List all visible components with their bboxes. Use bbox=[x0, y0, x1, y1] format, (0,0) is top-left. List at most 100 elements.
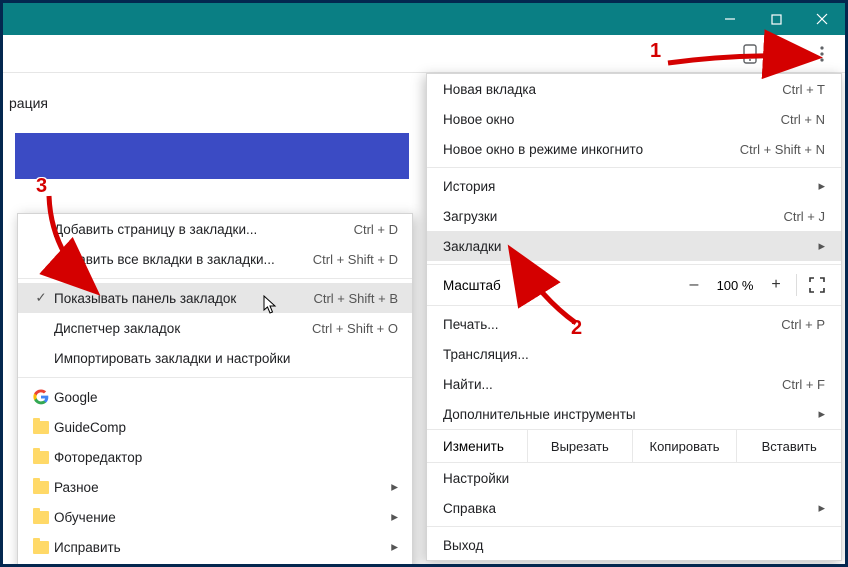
maximize-button[interactable] bbox=[753, 3, 799, 35]
menu-separator bbox=[427, 526, 841, 527]
menu-more-tools[interactable]: Дополнительные инструменты ▸ bbox=[427, 399, 841, 429]
menu-button[interactable] bbox=[805, 39, 839, 69]
submenu-label: Импортировать закладки и настройки bbox=[54, 351, 398, 366]
bookmark-folder[interactable]: Регистрация bbox=[18, 562, 412, 567]
edit-label: Изменить bbox=[427, 430, 527, 462]
submenu-shortcut: Ctrl + D bbox=[340, 222, 398, 237]
check-icon: ✓ bbox=[28, 290, 54, 306]
menu-label: Закладки bbox=[443, 239, 501, 254]
bookmarks-submenu: Добавить страницу в закладки...Ctrl + D … bbox=[17, 213, 413, 567]
menu-label: Дополнительные инструменты bbox=[443, 407, 636, 422]
menu-exit[interactable]: Выход bbox=[427, 530, 841, 560]
menu-cast[interactable]: Трансляция... bbox=[427, 339, 841, 369]
menu-new-tab[interactable]: Новая вкладка Ctrl + T bbox=[427, 74, 841, 104]
minimize-button[interactable] bbox=[707, 3, 753, 35]
menu-label: Новая вкладка bbox=[443, 82, 536, 97]
divider bbox=[796, 274, 797, 296]
folder-label: Google bbox=[54, 390, 398, 405]
menu-settings[interactable]: Настройки bbox=[427, 463, 841, 493]
menu-find[interactable]: Найти... Ctrl + F bbox=[427, 369, 841, 399]
menu-zoom: Масштаб – 100 % + bbox=[427, 268, 841, 302]
bookmark-star-icon[interactable] bbox=[769, 39, 803, 69]
toolbar bbox=[3, 35, 845, 73]
bookmark-folder[interactable]: Разное▸ bbox=[18, 472, 412, 502]
menu-label: Справка bbox=[443, 501, 496, 516]
folder-label: GuideComp bbox=[54, 420, 398, 435]
menu-label: Трансляция... bbox=[443, 347, 529, 362]
main-menu: Новая вкладка Ctrl + T Новое окноCtrl + N… bbox=[426, 73, 842, 561]
menu-separator bbox=[427, 167, 841, 168]
chevron-right-icon: ▸ bbox=[384, 539, 398, 555]
bookmark-folder[interactable]: Фоторедактор bbox=[18, 442, 412, 472]
menu-incognito[interactable]: Новое окно в режиме инкогнито Ctrl + Shif… bbox=[427, 134, 841, 164]
menu-label: Настройки bbox=[443, 471, 509, 486]
folder-label: Исправить bbox=[54, 540, 384, 555]
submenu-add-all[interactable]: Добавить все вкладки в закладки...Ctrl +… bbox=[18, 244, 412, 274]
folder-icon bbox=[28, 511, 54, 524]
chevron-right-icon: ▸ bbox=[384, 509, 398, 525]
menu-shortcut: Ctrl + F bbox=[782, 377, 825, 392]
menu-separator bbox=[427, 264, 841, 265]
chevron-right-icon: ▸ bbox=[818, 406, 825, 422]
submenu-label: Добавить все вкладки в закладки... bbox=[54, 252, 299, 267]
paste-button[interactable]: Вставить bbox=[736, 430, 841, 462]
menu-label: Найти... bbox=[443, 377, 493, 392]
fullscreen-button[interactable] bbox=[803, 271, 831, 299]
google-icon bbox=[28, 389, 54, 405]
submenu-shortcut: Ctrl + Shift + D bbox=[299, 252, 398, 267]
cut-button[interactable]: Вырезать bbox=[527, 430, 632, 462]
folder-icon bbox=[28, 421, 54, 434]
menu-new-window[interactable]: Новое окноCtrl + N bbox=[427, 104, 841, 134]
menu-shortcut: Ctrl + T bbox=[782, 82, 825, 97]
folder-icon bbox=[28, 481, 54, 494]
submenu-shortcut: Ctrl + Shift + B bbox=[299, 291, 398, 306]
zoom-out-button[interactable]: – bbox=[680, 271, 708, 299]
menu-shortcut: Ctrl + P bbox=[781, 317, 825, 332]
menu-bookmarks[interactable]: Закладки ▸ bbox=[427, 231, 841, 261]
zoom-in-button[interactable]: + bbox=[762, 271, 790, 299]
menu-downloads[interactable]: Загрузки Ctrl + J bbox=[427, 201, 841, 231]
folder-label: Обучение bbox=[54, 510, 384, 525]
chevron-right-icon: ▸ bbox=[818, 178, 825, 194]
submenu-separator bbox=[18, 377, 412, 378]
menu-label: Новое окно в режиме инкогнито bbox=[443, 142, 643, 157]
menu-print[interactable]: Печать... Ctrl + P bbox=[427, 309, 841, 339]
page-text: рация bbox=[9, 95, 48, 111]
bookmark-folder[interactable]: Google bbox=[18, 382, 412, 412]
device-icon[interactable] bbox=[733, 39, 767, 69]
copy-button[interactable]: Копировать bbox=[632, 430, 737, 462]
submenu-show-bar[interactable]: ✓Показывать панель закладокCtrl + Shift … bbox=[18, 283, 412, 313]
browser-window: рация Новая вкладкаCtrl + T Новое окноCt… bbox=[0, 0, 848, 567]
bookmark-folder[interactable]: GuideComp bbox=[18, 412, 412, 442]
menu-edit-row: Изменить Вырезать Копировать Вставить bbox=[427, 429, 841, 463]
content-area: рация Новая вкладкаCtrl + T Новое окноCt… bbox=[3, 73, 845, 564]
menu-history[interactable]: История▸ bbox=[427, 171, 841, 201]
close-button[interactable] bbox=[799, 3, 845, 35]
menu-label: Новое окно bbox=[443, 112, 514, 127]
menu-label: Загрузки bbox=[443, 209, 497, 224]
chevron-right-icon: ▸ bbox=[384, 479, 398, 495]
titlebar bbox=[3, 3, 845, 35]
menu-help[interactable]: Справка ▸ bbox=[427, 493, 841, 523]
chevron-right-icon: ▸ bbox=[818, 238, 825, 254]
zoom-value: 100 % bbox=[710, 278, 760, 293]
submenu-add-page[interactable]: Добавить страницу в закладки...Ctrl + D bbox=[18, 214, 412, 244]
folder-icon bbox=[28, 541, 54, 554]
submenu-separator bbox=[18, 278, 412, 279]
zoom-label: Масштаб bbox=[443, 278, 680, 293]
menu-shortcut: Ctrl + J bbox=[783, 209, 825, 224]
menu-separator bbox=[427, 305, 841, 306]
submenu-import[interactable]: Импортировать закладки и настройки bbox=[18, 343, 412, 373]
submenu-shortcut: Ctrl + Shift + O bbox=[298, 321, 398, 336]
menu-label: Выход bbox=[443, 538, 483, 553]
folder-label: Разное bbox=[54, 480, 384, 495]
bookmark-folder[interactable]: Обучение▸ bbox=[18, 502, 412, 532]
bookmark-folder[interactable]: Исправить▸ bbox=[18, 532, 412, 562]
menu-shortcut: Ctrl + Shift + N bbox=[740, 142, 825, 157]
folder-label: Фоторедактор bbox=[54, 450, 398, 465]
menu-label: Печать... bbox=[443, 317, 498, 332]
page-header-band bbox=[15, 133, 409, 179]
chevron-right-icon: ▸ bbox=[818, 500, 825, 516]
submenu-manager[interactable]: Диспетчер закладокCtrl + Shift + O bbox=[18, 313, 412, 343]
submenu-label: Диспетчер закладок bbox=[54, 321, 298, 336]
